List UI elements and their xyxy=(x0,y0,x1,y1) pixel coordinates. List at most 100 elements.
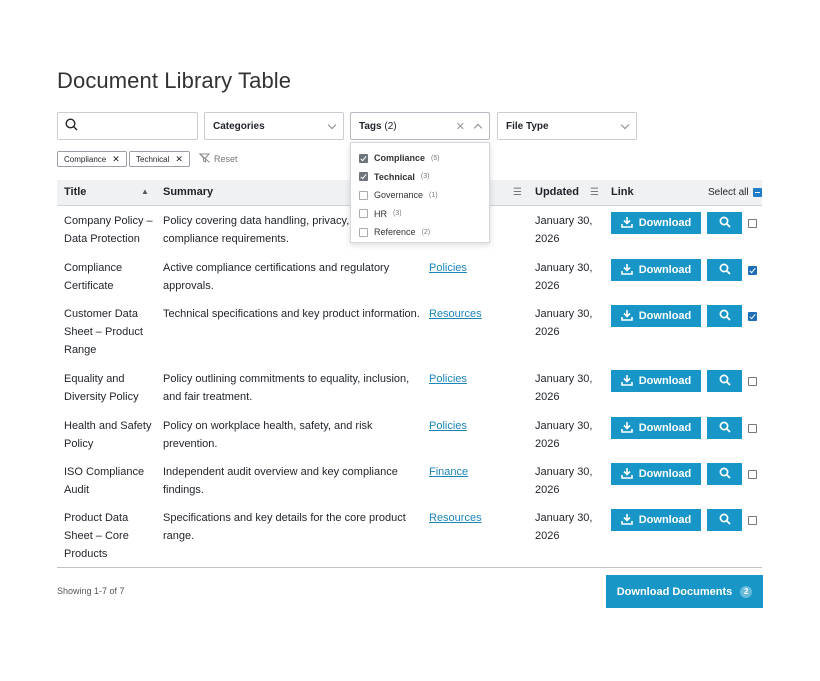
tag-checkbox[interactable] xyxy=(359,190,368,200)
magnifier-icon xyxy=(719,467,731,482)
header-link: Link xyxy=(611,186,634,198)
column-filter-icon[interactable]: ☰ xyxy=(513,187,522,198)
selected-count-badge: 2 xyxy=(740,585,753,598)
tag-count: (1) xyxy=(429,191,438,199)
chip-label: Compliance xyxy=(64,154,107,164)
download-button[interactable]: Download xyxy=(611,509,701,531)
tag-count: (3) xyxy=(420,173,430,181)
preview-button[interactable] xyxy=(707,463,742,485)
preview-button[interactable] xyxy=(707,509,742,531)
download-button[interactable]: Download xyxy=(611,463,701,485)
row-category-link[interactable]: Resources xyxy=(429,305,482,323)
row-checkbox[interactable] xyxy=(748,516,757,525)
download-icon xyxy=(620,421,633,436)
tag-checkbox[interactable] xyxy=(359,172,368,182)
magnifier-icon xyxy=(719,513,731,528)
file-type-label: File Type xyxy=(506,120,549,132)
row-checkbox[interactable] xyxy=(748,424,757,433)
download-button[interactable]: Download xyxy=(611,370,701,392)
preview-button[interactable] xyxy=(707,212,742,234)
row-title: Product Data Sheet – Core Products xyxy=(64,512,129,560)
tag-option-governance[interactable]: Governance (1) xyxy=(351,186,489,205)
magnifier-icon xyxy=(719,263,731,278)
remove-chip-icon[interactable]: ✕ xyxy=(175,154,183,165)
filter-chip-technical[interactable]: Technical ✕ xyxy=(129,151,190,167)
tag-option-compliance[interactable]: Compliance (5) xyxy=(351,149,489,168)
page-title: Document Library Table xyxy=(57,68,292,93)
preview-button[interactable] xyxy=(707,259,742,281)
download-label: Download xyxy=(638,422,692,434)
download-label: Download xyxy=(638,375,692,387)
categories-dropdown[interactable]: Categories xyxy=(204,112,344,140)
reset-button[interactable]: Reset xyxy=(198,153,238,165)
row-category-link[interactable]: Finance xyxy=(429,463,468,481)
row-updated: January 30, 2026 xyxy=(535,262,593,292)
preview-button[interactable] xyxy=(707,370,742,392)
download-label: Download xyxy=(638,264,692,276)
row-updated: January 30, 2026 xyxy=(535,512,593,542)
row-checkbox[interactable] xyxy=(748,219,757,228)
clear-icon[interactable]: ✕ xyxy=(456,120,465,133)
tag-name: Technical xyxy=(374,171,415,182)
tags-dropdown-menu: Compliance (5) Technical (3) Governance (1) HR… xyxy=(350,142,490,243)
filter-chip-compliance[interactable]: Compliance ✕ xyxy=(57,151,127,167)
download-icon xyxy=(620,513,633,528)
row-category-link[interactable]: Policies xyxy=(429,370,467,388)
row-category-link[interactable]: Resources xyxy=(429,509,482,527)
row-title: Company Policy – Data Protection xyxy=(64,215,153,245)
preview-button[interactable] xyxy=(707,305,742,327)
row-checkbox[interactable] xyxy=(748,377,757,386)
tags-count: (2) xyxy=(384,120,397,132)
download-label: Download xyxy=(638,468,692,480)
row-updated: January 30, 2026 xyxy=(535,420,593,450)
tags-dropdown[interactable]: Tags (2) ✕ xyxy=(350,112,490,140)
download-button[interactable]: Download xyxy=(611,417,701,439)
tag-name: Compliance xyxy=(374,153,426,164)
tag-checkbox[interactable] xyxy=(359,153,368,163)
search-box[interactable] xyxy=(57,112,198,140)
download-icon xyxy=(620,263,633,278)
row-title: ISO Compliance Audit xyxy=(64,466,145,496)
select-all-checkbox[interactable] xyxy=(752,188,762,197)
header-title[interactable]: Title xyxy=(64,186,86,198)
row-category-link[interactable]: Policies xyxy=(429,417,467,435)
file-type-dropdown[interactable]: File Type xyxy=(497,112,637,140)
download-button[interactable]: Download xyxy=(611,305,701,327)
search-icon xyxy=(65,118,78,134)
remove-chip-icon[interactable]: ✕ xyxy=(112,154,120,165)
sort-ascending-icon[interactable]: ▲ xyxy=(141,187,149,196)
download-button[interactable]: Download xyxy=(611,212,701,234)
header-summary: Summary xyxy=(163,186,214,198)
row-checkbox[interactable] xyxy=(748,470,757,479)
download-icon xyxy=(620,309,633,324)
tag-name: HR xyxy=(374,208,387,219)
magnifier-icon xyxy=(719,374,731,389)
row-updated: January 30, 2026 xyxy=(535,215,593,245)
row-summary: Independent audit overview and key compl… xyxy=(163,466,398,496)
row-updated: January 30, 2026 xyxy=(535,466,593,496)
tag-count: (3) xyxy=(393,210,402,218)
tag-checkbox[interactable] xyxy=(359,209,368,219)
download-documents-label: Download Documents xyxy=(616,585,733,598)
row-checkbox[interactable] xyxy=(748,312,757,321)
row-title: Equality and Diversity Policy xyxy=(64,373,139,403)
chevron-down-icon xyxy=(327,120,337,129)
tag-option-hr[interactable]: HR (3) xyxy=(351,205,489,224)
preview-button[interactable] xyxy=(707,417,742,439)
search-input[interactable] xyxy=(78,120,197,132)
categories-label: Categories xyxy=(213,120,265,132)
download-label: Download xyxy=(638,514,692,526)
row-checkbox[interactable] xyxy=(748,266,757,275)
row-category-link[interactable]: Policies xyxy=(429,259,467,277)
select-all-label: Select all xyxy=(708,187,749,198)
header-updated[interactable]: Updated xyxy=(535,186,579,198)
tag-option-technical[interactable]: Technical (3) xyxy=(351,168,489,187)
tag-checkbox[interactable] xyxy=(359,227,368,237)
showing-count: Showing 1-7 of 7 xyxy=(57,586,125,596)
download-documents-button[interactable]: Download Documents 2 xyxy=(606,575,763,608)
download-button[interactable]: Download xyxy=(611,259,701,281)
tag-option-reference[interactable]: Reference (2) xyxy=(351,223,489,242)
column-filter-icon[interactable]: ☰ xyxy=(590,187,599,198)
chevron-down-icon xyxy=(620,120,630,129)
select-all[interactable]: Select all xyxy=(708,187,762,198)
